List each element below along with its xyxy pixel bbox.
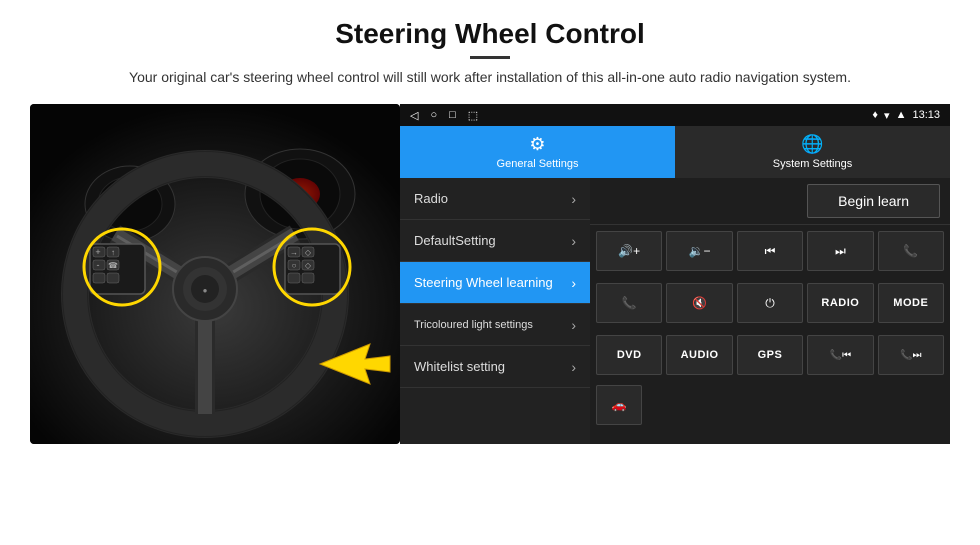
system-settings-icon: 🌐 xyxy=(801,134,823,155)
default-chevron: › xyxy=(571,233,576,249)
steering-wheel-svg: ● + ↑ - ☎ → ◇ ○ ◇ xyxy=(30,104,400,444)
menu-item-whitelist[interactable]: Whitelist setting › xyxy=(400,346,590,388)
general-settings-icon: ⚙ xyxy=(529,134,545,155)
phone-prev-button[interactable]: 📞⏮ xyxy=(807,335,873,375)
mode-label: MODE xyxy=(893,297,928,309)
control-buttons-row3: DVD AUDIO GPS 📞⏮ 📞⏭ xyxy=(590,329,950,381)
answer-button[interactable]: 📞 xyxy=(596,283,662,323)
wifi-icon: ▾ xyxy=(884,109,890,122)
prev-track-button[interactable]: ⏮ xyxy=(737,231,803,271)
power-icon: ⏻ xyxy=(765,296,775,311)
dvd-button[interactable]: DVD xyxy=(596,335,662,375)
menu-item-radio[interactable]: Radio › xyxy=(400,178,590,220)
svg-text:◇: ◇ xyxy=(305,261,312,270)
settings-menu: Radio › DefaultSetting › Steering Wheel … xyxy=(400,178,590,444)
clock: 13:13 xyxy=(912,109,940,121)
phone-next-icon: 📞⏭ xyxy=(900,350,921,361)
menu-item-radio-label: Radio xyxy=(414,191,571,206)
svg-text:↑: ↑ xyxy=(111,248,115,257)
menu-item-steering[interactable]: Steering Wheel learning › xyxy=(400,262,590,304)
menu-item-default[interactable]: DefaultSetting › xyxy=(400,220,590,262)
back-icon[interactable]: ◁ xyxy=(410,109,418,122)
tab-system-settings[interactable]: 🌐 System Settings xyxy=(675,126,950,178)
menu-icon[interactable]: ⬚ xyxy=(468,109,478,122)
steering-wheel-image: ● + ↑ - ☎ → ◇ ○ ◇ xyxy=(30,104,400,444)
steering-chevron: › xyxy=(571,275,576,291)
gps-button[interactable]: GPS xyxy=(737,335,803,375)
radio-label: RADIO xyxy=(821,297,859,309)
control-buttons-row2: 📞 🔇 ⏻ RADIO MODE xyxy=(590,277,950,329)
svg-text:-: - xyxy=(97,260,100,270)
title-divider xyxy=(470,56,510,59)
button-panel: Begin learn 🔊+ 🔉− ⏮ ⏭ xyxy=(590,178,950,444)
car-icon-button[interactable]: 🚗 xyxy=(596,385,642,425)
menu-item-tricoloured[interactable]: Tricoloured light settings › xyxy=(400,304,590,346)
next-track-icon: ⏭ xyxy=(835,244,846,259)
system-settings-label: System Settings xyxy=(773,158,852,170)
phone-icon: 📞 xyxy=(903,244,918,258)
radio-chevron: › xyxy=(571,191,576,207)
phone-prev-icon: 📞⏮ xyxy=(830,350,851,361)
menu-item-steering-label: Steering Wheel learning xyxy=(414,275,571,290)
vol-down-button[interactable]: 🔉− xyxy=(666,231,732,271)
bottom-row: 🚗 xyxy=(590,381,950,429)
vol-down-icon: 🔉− xyxy=(689,244,711,258)
gps-label: GPS xyxy=(758,349,783,361)
svg-text:+: + xyxy=(95,247,100,257)
page-subtitle: Your original car's steering wheel contr… xyxy=(0,67,980,88)
svg-text:●: ● xyxy=(203,286,208,295)
menu-item-default-label: DefaultSetting xyxy=(414,233,571,248)
whitelist-chevron: › xyxy=(571,359,576,375)
recents-icon[interactable]: □ xyxy=(449,109,456,121)
status-bar-nav: ◁ ○ □ ⬚ xyxy=(410,109,866,122)
answer-icon: 📞 xyxy=(622,296,637,310)
mute-button[interactable]: 🔇 xyxy=(666,283,732,323)
android-ui: ◁ ○ □ ⬚ ♦ ▾ ▲ 13:13 ⚙ General Settings 🌐… xyxy=(400,104,950,444)
vol-up-icon: 🔊+ xyxy=(618,244,640,258)
svg-text:◇: ◇ xyxy=(305,248,312,257)
signal-icon: ▲ xyxy=(896,109,907,121)
radio-button[interactable]: RADIO xyxy=(807,283,873,323)
location-icon: ♦ xyxy=(872,109,878,121)
phone-button[interactable]: 📞 xyxy=(878,231,944,271)
dvd-label: DVD xyxy=(617,349,642,361)
svg-text:○: ○ xyxy=(292,261,297,270)
status-bar: ◁ ○ □ ⬚ ♦ ▾ ▲ 13:13 xyxy=(400,104,950,126)
settings-panel: Radio › DefaultSetting › Steering Wheel … xyxy=(400,178,950,444)
tab-bar: ⚙ General Settings 🌐 System Settings xyxy=(400,126,950,178)
tab-general-settings[interactable]: ⚙ General Settings xyxy=(400,126,675,178)
svg-text:→: → xyxy=(290,248,298,257)
begin-learn-button[interactable]: Begin learn xyxy=(807,184,940,218)
vol-up-button[interactable]: 🔊+ xyxy=(596,231,662,271)
general-settings-label: General Settings xyxy=(497,158,579,170)
audio-label: AUDIO xyxy=(681,349,719,361)
home-icon[interactable]: ○ xyxy=(430,109,437,121)
next-track-button[interactable]: ⏭ xyxy=(807,231,873,271)
car-icon: 🚗 xyxy=(612,398,627,412)
mute-icon: 🔇 xyxy=(692,296,707,310)
tricoloured-chevron: › xyxy=(571,317,576,333)
mode-button[interactable]: MODE xyxy=(878,283,944,323)
audio-button[interactable]: AUDIO xyxy=(666,335,732,375)
page-title: Steering Wheel Control xyxy=(0,18,980,50)
power-button[interactable]: ⏻ xyxy=(737,283,803,323)
menu-item-tricoloured-label: Tricoloured light settings xyxy=(414,319,571,331)
svg-text:☎: ☎ xyxy=(108,261,118,270)
control-buttons-row1: 🔊+ 🔉− ⏮ ⏭ 📞 xyxy=(590,225,950,277)
begin-learn-row: Begin learn xyxy=(590,178,950,225)
page-header: Steering Wheel Control Your original car… xyxy=(0,0,980,94)
menu-item-whitelist-label: Whitelist setting xyxy=(414,359,571,374)
phone-next-button[interactable]: 📞⏭ xyxy=(878,335,944,375)
main-content: ● + ↑ - ☎ → ◇ ○ ◇ xyxy=(0,104,980,444)
prev-track-icon: ⏮ xyxy=(765,244,776,259)
